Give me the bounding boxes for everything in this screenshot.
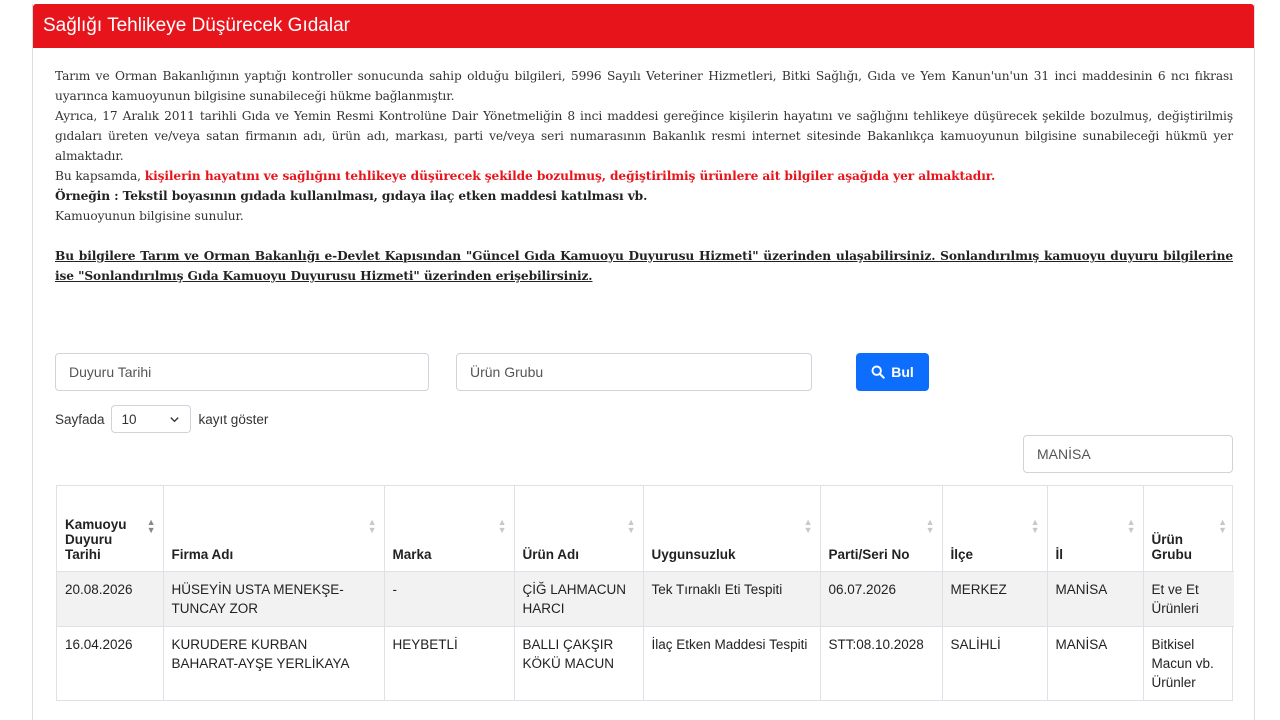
column-header-province[interactable]: İl ▲ ▼ xyxy=(1047,486,1144,572)
cell-product: BALLI ÇAKŞIR KÖKÜ MACUN xyxy=(514,626,644,700)
column-header-product[interactable]: Ürün Adı ▲ ▼ xyxy=(514,486,644,572)
intro-text: Tarım ve Orman Bakanlığının yaptığı kont… xyxy=(55,66,1233,286)
page-length-select[interactable]: 10 xyxy=(110,405,191,433)
announcement-date-input[interactable]: Duyuru Tarihi xyxy=(55,353,429,391)
page-length-control: Sayfada 10 kayıt göster xyxy=(55,404,268,434)
sort-icon[interactable]: ▲ ▼ xyxy=(804,518,813,535)
cell-lot: STT:08.10.2028 xyxy=(820,626,943,700)
results-table: Kamuoyu Duyuru Tarihi ▲ ▼ Firma Adı ▲ ▼ Mark… xyxy=(56,485,1234,701)
cell-date: 16.04.2026 xyxy=(57,626,164,700)
sort-icon[interactable]: ▲ ▼ xyxy=(368,518,377,535)
cell-product: ÇİĞ LAHMACUN HARCI xyxy=(514,571,644,627)
cell-lot: 06.07.2026 xyxy=(820,571,943,627)
cell-group: Bitkisel Macun vb. Ürünler xyxy=(1143,626,1234,700)
announcements-panel: Sağlığı Tehlikeye Düşürecek Gıdalar Tarı… xyxy=(32,4,1255,720)
sort-icon[interactable]: ▲ ▼ xyxy=(926,518,935,535)
find-button-label: Bul xyxy=(891,364,914,380)
cell-province: MANİSA xyxy=(1047,571,1144,627)
cell-company: HÜSEYİN USTA MENEKŞE-TUNCAY ZOR xyxy=(163,571,385,627)
sort-icon[interactable]: ▲ ▼ xyxy=(1031,518,1040,535)
table-header-row: Kamuoyu Duyuru Tarihi ▲ ▼ Firma Adı ▲ ▼ Mark… xyxy=(57,486,1234,572)
cell-brand: - xyxy=(384,571,515,627)
table-row: 16.04.2026 KURUDERE KURBAN BAHARAT-AYŞE … xyxy=(57,626,1234,700)
product-group-input[interactable]: Ürün Grubu xyxy=(456,353,812,391)
table-row: 20.08.2026 HÜSEYİN USTA MENEKŞE-TUNCAY Z… xyxy=(57,571,1234,627)
sort-icon[interactable]: ▲ ▼ xyxy=(1218,518,1227,535)
cell-company: KURUDERE KURBAN BAHARAT-AYŞE YERLİKAYA xyxy=(163,626,385,700)
column-header-district[interactable]: İlçe ▲ ▼ xyxy=(942,486,1048,572)
intro-paragraph-3: Bu kapsamda, kişilerin hayatını ve sağlı… xyxy=(55,166,1233,186)
cell-nonconformity: İlaç Etken Maddesi Tespiti xyxy=(643,626,821,700)
table-search-input[interactable]: MANİSA xyxy=(1023,435,1233,473)
find-button[interactable]: Bul xyxy=(856,353,929,391)
chevron-down-icon xyxy=(169,416,179,422)
page-length-prefix: Sayfada xyxy=(55,411,105,427)
cell-group: Et ve Et Ürünleri xyxy=(1143,571,1234,627)
cell-date: 20.08.2026 xyxy=(57,571,164,627)
cell-district: SALİHLİ xyxy=(942,626,1048,700)
column-header-company[interactable]: Firma Adı ▲ ▼ xyxy=(163,486,385,572)
column-header-date[interactable]: Kamuoyu Duyuru Tarihi ▲ ▼ xyxy=(57,486,164,572)
intro-p3-prefix: Bu kapsamda, xyxy=(55,169,145,183)
column-header-nonconformity[interactable]: Uygunsuzluk ▲ ▼ xyxy=(643,486,821,572)
sort-icon[interactable]: ▲ ▼ xyxy=(498,518,507,535)
intro-paragraph-2: Ayrıca, 17 Aralık 2011 tarihli Gıda ve Y… xyxy=(55,109,1233,163)
column-header-group[interactable]: Ürün Grubu ▲ ▼ xyxy=(1143,486,1234,572)
intro-notice: Kamuoyunun bilgisine sunulur. xyxy=(55,209,244,223)
intro-warning-text: kişilerin hayatını ve sağlığını tehlikey… xyxy=(144,169,996,183)
page-title: Sağlığı Tehlikeye Düşürecek Gıdalar xyxy=(33,4,1254,48)
sort-icon[interactable]: ▲ ▼ xyxy=(147,518,156,535)
sort-icon[interactable]: ▲ ▼ xyxy=(627,518,636,535)
page-length-suffix: kayıt göster xyxy=(198,411,269,427)
intro-example: Örneğin : Tekstil boyasının gıdada kulla… xyxy=(55,189,648,203)
page-length-value: 10 xyxy=(121,411,137,427)
search-icon xyxy=(871,365,885,379)
column-header-lot[interactable]: Parti/Seri No ▲ ▼ xyxy=(820,486,943,572)
sort-icon[interactable]: ▲ ▼ xyxy=(1127,518,1136,535)
column-header-brand[interactable]: Marka ▲ ▼ xyxy=(384,486,515,572)
intro-paragraph-1: Tarım ve Orman Bakanlığının yaptığı kont… xyxy=(55,69,1233,103)
cell-nonconformity: Tek Tırnaklı Eti Tespiti xyxy=(643,571,821,627)
edevlet-info-link[interactable]: Bu bilgilere Tarım ve Orman Bakanlığı e-… xyxy=(55,246,1233,286)
cell-brand: HEYBETLİ xyxy=(384,626,515,700)
cell-district: MERKEZ xyxy=(942,571,1048,627)
cell-province: MANİSA xyxy=(1047,626,1144,700)
